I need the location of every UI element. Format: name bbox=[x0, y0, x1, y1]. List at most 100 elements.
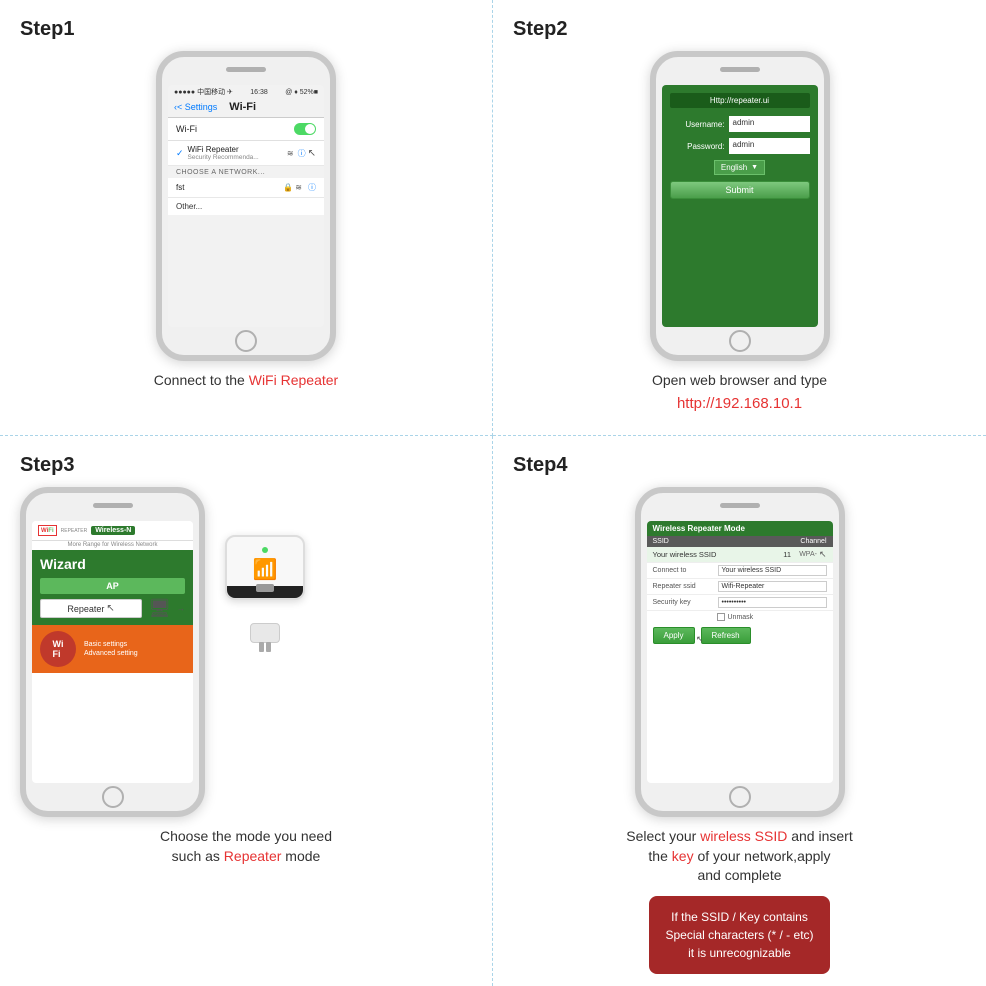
wifi-signal-icon: ≋ bbox=[287, 149, 294, 158]
lock-icon: 🔒 bbox=[283, 183, 293, 192]
step2-phone-screen: Http://repeater.ui Username: admin Passw… bbox=[662, 85, 818, 327]
wizard-web-screen: WiFi REPEATER Wireless-N More Range for … bbox=[32, 521, 193, 783]
cursor-icon-apply: ↖ bbox=[696, 634, 704, 645]
step2-label: Step2 bbox=[513, 18, 567, 41]
info-button-1[interactable]: ⓘ bbox=[298, 148, 306, 159]
step2-cell: Step2 Http://repeater.ui Username: admin… bbox=[493, 0, 986, 436]
wifi-repeater-device: 📶 bbox=[215, 535, 315, 625]
settings-links: Basic settings Advanced setting bbox=[84, 641, 138, 657]
phone-home-button-3[interactable] bbox=[102, 786, 124, 808]
phone-home-button-2[interactable] bbox=[729, 330, 751, 352]
repeater-web-screen: Wireless Repeater Mode SSID Channel Your… bbox=[647, 521, 833, 783]
clock-1: 16:38 bbox=[250, 89, 268, 96]
step4-label: Step4 bbox=[513, 454, 567, 477]
wifi-toggle[interactable] bbox=[294, 123, 316, 135]
step3-phone: WiFi REPEATER Wireless-N More Range for … bbox=[20, 487, 205, 817]
info-button-2[interactable]: ⓘ bbox=[308, 182, 316, 193]
wizard-orange-section: WiFi Basic settings Advanced setting bbox=[32, 625, 193, 673]
phone-speaker-2 bbox=[720, 67, 760, 72]
wizard-subtitle: More Range for Wireless Network bbox=[32, 541, 193, 550]
wifi-toggle-label: Wi-Fi bbox=[176, 124, 197, 134]
password-label: Password: bbox=[670, 142, 725, 151]
channel-value: 11 bbox=[775, 550, 799, 559]
step1-phone-screen: ●●●●● 中国移动 ✈ 16:38 @ ♦ 52%■ ‹ < Settings… bbox=[168, 85, 324, 327]
unmask-checkbox[interactable] bbox=[717, 613, 725, 621]
device-pin-left bbox=[259, 642, 264, 652]
device-container: 📶 bbox=[215, 527, 315, 625]
phone-home-button-4[interactable] bbox=[729, 786, 751, 808]
wifi-settings-screen: ●●●●● 中国移动 ✈ 16:38 @ ♦ 52%■ ‹ < Settings… bbox=[168, 85, 324, 327]
dropdown-arrow-icon: ▼ bbox=[751, 164, 758, 171]
step3-cell: Step3 WiFi REPEATER Wireless-N More Rang bbox=[0, 436, 493, 986]
connected-network-name: WiFi Repeater Security Recommenda... bbox=[188, 145, 287, 161]
action-buttons-row: Apply ↖ Refresh bbox=[647, 623, 833, 648]
step3-content: WiFi REPEATER Wireless-N More Range for … bbox=[20, 487, 472, 817]
step1-phone: ●●●●● 中国移动 ✈ 16:38 @ ♦ 52%■ ‹ < Settings… bbox=[156, 51, 336, 361]
connect-to-value[interactable]: Your wireless SSID bbox=[718, 565, 827, 576]
apply-button[interactable]: Apply ↖ bbox=[653, 627, 695, 644]
device-plug bbox=[250, 623, 280, 643]
step3-phone-screen: WiFi REPEATER Wireless-N More Range for … bbox=[32, 521, 193, 783]
channel-column-header: Channel bbox=[800, 538, 826, 545]
wifi-brand-logo: WiFi bbox=[40, 631, 76, 667]
step1-cell: Step1 ●●●●● 中国移动 ✈ 16:38 @ ♦ 52%■ ‹ < Se… bbox=[0, 0, 493, 436]
ap-mode-button[interactable]: AP bbox=[40, 578, 185, 594]
step3-label: Step3 bbox=[20, 454, 74, 477]
step4-cell: Step4 Wireless Repeater Mode SSID Channe… bbox=[493, 436, 986, 986]
wifi-navbar: ‹ < Settings Wi-Fi bbox=[168, 99, 324, 118]
connected-network-row[interactable]: ✓ WiFi Repeater Security Recommenda... ≋… bbox=[168, 141, 324, 166]
language-select-row: English ▼ bbox=[670, 160, 810, 175]
repeater-mode-button[interactable]: Repeater ↖ bbox=[40, 599, 142, 618]
repeater-ssid-input[interactable]: Wifi-Repeater bbox=[718, 581, 827, 592]
language-dropdown[interactable]: English ▼ bbox=[714, 160, 765, 175]
battery-1: @ ♦ 52%■ bbox=[285, 89, 318, 96]
connect-to-label: Connect to bbox=[653, 567, 718, 574]
device-ethernet-port bbox=[256, 584, 274, 592]
fst-network-row[interactable]: fst 🔒 ≋ ⓘ bbox=[168, 178, 324, 198]
unmask-row: Unmask bbox=[647, 611, 833, 623]
repeater-ssid-row: Repeater ssid Wifi-Repeater bbox=[647, 579, 833, 595]
submit-button[interactable]: Submit bbox=[670, 181, 810, 199]
security-value: WPA- bbox=[799, 551, 817, 558]
arrow-right-icon: → bbox=[177, 604, 185, 613]
phone-speaker-4 bbox=[720, 503, 760, 508]
wifi-signal-icon-2: ≋ bbox=[295, 183, 302, 192]
step1-description: Connect to the WiFi Repeater bbox=[154, 371, 338, 391]
step2-phone: Http://repeater.ui Username: admin Passw… bbox=[650, 51, 830, 361]
checkmark-icon: ✓ bbox=[176, 148, 184, 159]
repeater-ssid-label: Repeater ssid bbox=[653, 583, 718, 590]
repeater-table-header: SSID Channel bbox=[647, 536, 833, 547]
wifi-logo: WiFi bbox=[38, 525, 57, 536]
wifi-toggle-row: Wi-Fi bbox=[168, 118, 324, 141]
connect-to-row: Connect to Your wireless SSID bbox=[647, 563, 833, 579]
phone-speaker-3 bbox=[93, 503, 133, 508]
phone-home-button-1[interactable] bbox=[235, 330, 257, 352]
network-row-1[interactable]: Your wireless SSID 11 WPA- ↖ bbox=[647, 547, 833, 563]
cursor-icon: ↖ bbox=[308, 148, 316, 159]
wizard-green-section: Wizard AP Repeater ↖ 🖥 → bbox=[32, 550, 193, 625]
ssid-value: Your wireless SSID bbox=[653, 550, 776, 559]
username-input[interactable]: admin bbox=[729, 116, 810, 132]
unmask-label: Unmask bbox=[728, 614, 754, 621]
phone-speaker-1 bbox=[226, 67, 266, 72]
wizard-header: WiFi REPEATER Wireless-N bbox=[32, 521, 193, 541]
wireless-n-badge: Wireless-N bbox=[91, 526, 135, 535]
step2-description: Open web browser and type http://192.168… bbox=[652, 371, 827, 414]
back-label: < Settings bbox=[177, 102, 217, 112]
network-section-header: CHOOSE A NETWORK... bbox=[168, 166, 324, 178]
other-network-row[interactable]: Other... bbox=[168, 198, 324, 215]
wifi-nav-title: Wi-Fi bbox=[229, 101, 256, 113]
step4-description: Select your wireless SSID and insert the… bbox=[626, 827, 852, 886]
refresh-button[interactable]: Refresh bbox=[701, 627, 751, 644]
username-row: Username: admin bbox=[670, 116, 810, 132]
security-key-input[interactable]: •••••••••• bbox=[718, 597, 827, 608]
device-body: 📶 bbox=[225, 535, 305, 600]
login-web-screen: Http://repeater.ui Username: admin Passw… bbox=[662, 85, 818, 327]
warning-box: If the SSID / Key contains Special chara… bbox=[649, 896, 829, 974]
computer-icon: 🖥 bbox=[148, 598, 171, 619]
device-pin-right bbox=[266, 642, 271, 652]
back-button[interactable]: ‹ < Settings bbox=[174, 102, 217, 112]
step4-phone-screen: Wireless Repeater Mode SSID Channel Your… bbox=[647, 521, 833, 783]
password-input[interactable]: admin bbox=[729, 138, 810, 154]
cursor-icon-4: ↖ bbox=[819, 549, 827, 560]
